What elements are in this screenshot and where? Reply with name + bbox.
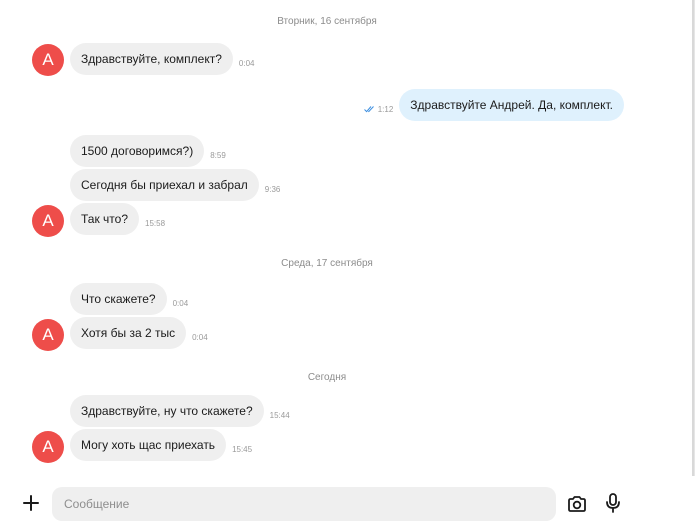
message-text: Сегодня бы приехал и забрал	[70, 169, 259, 201]
avatar[interactable]: А	[32, 431, 64, 463]
message-text: Здравствуйте, ну что скажете?	[70, 395, 264, 427]
message-time: 15:58	[145, 218, 166, 228]
microphone-icon[interactable]	[603, 492, 623, 514]
message-text: Хотя бы за 2 тыс	[70, 317, 187, 349]
message-text: 1500 договоримся?)	[70, 135, 205, 167]
camera-icon[interactable]	[566, 493, 588, 515]
message-text: Что скажете?	[70, 283, 167, 315]
message-time: 8:59	[210, 150, 226, 160]
message-incoming[interactable]: Хотя бы за 2 тыс 0:04	[70, 317, 208, 349]
message-time: 15:45	[232, 444, 253, 454]
message-incoming[interactable]: Так что? 15:58	[70, 203, 165, 235]
date-separator: Сегодня	[307, 372, 347, 383]
avatar[interactable]: А	[32, 44, 64, 76]
message-text: Здравствуйте Андрей. Да, комплект.	[399, 89, 624, 121]
message-text: Могу хоть щас приехать	[70, 429, 227, 461]
avatar[interactable]: А	[32, 205, 64, 237]
message-input[interactable]	[52, 487, 556, 521]
message-composer	[0, 476, 696, 528]
read-checkmarks-icon	[363, 106, 374, 113]
message-time: 15:44	[269, 410, 290, 420]
message-incoming[interactable]: Сегодня бы приехал и забрал 9:36	[70, 169, 280, 201]
message-meta: 1:12	[363, 104, 394, 114]
message-time: 0:04	[192, 332, 208, 342]
message-time: 9:36	[264, 184, 281, 194]
avatar[interactable]: А	[32, 319, 64, 351]
message-incoming[interactable]: Здравствуйте, ну что скажете? 15:44	[70, 395, 290, 427]
plus-icon[interactable]	[22, 494, 40, 512]
message-text: Здравствуйте, комплект?	[70, 43, 233, 75]
date-separator: Вторник, 16 сентября	[277, 16, 377, 27]
scrollbar[interactable]	[692, 0, 694, 476]
date-separator: Среда, 17 сентября	[281, 258, 373, 269]
message-text: Так что?	[70, 203, 140, 235]
message-time: 0:04	[172, 298, 189, 308]
message-incoming[interactable]: 1500 договоримся?) 8:59	[70, 135, 226, 167]
chat-history[interactable]: Вторник, 16 сентября А Здравствуйте, ком…	[0, 0, 695, 476]
message-incoming[interactable]: Здравствуйте, комплект? 0:04	[70, 43, 254, 75]
message-outgoing[interactable]: 1:12 Здравствуйте Андрей. Да, комплект.	[363, 89, 624, 121]
message-time: 1:12	[377, 104, 394, 114]
message-incoming[interactable]: Могу хоть щас приехать 15:45	[70, 429, 252, 461]
message-time: 0:04	[238, 58, 255, 68]
message-incoming[interactable]: Что скажете? 0:04	[70, 283, 188, 315]
